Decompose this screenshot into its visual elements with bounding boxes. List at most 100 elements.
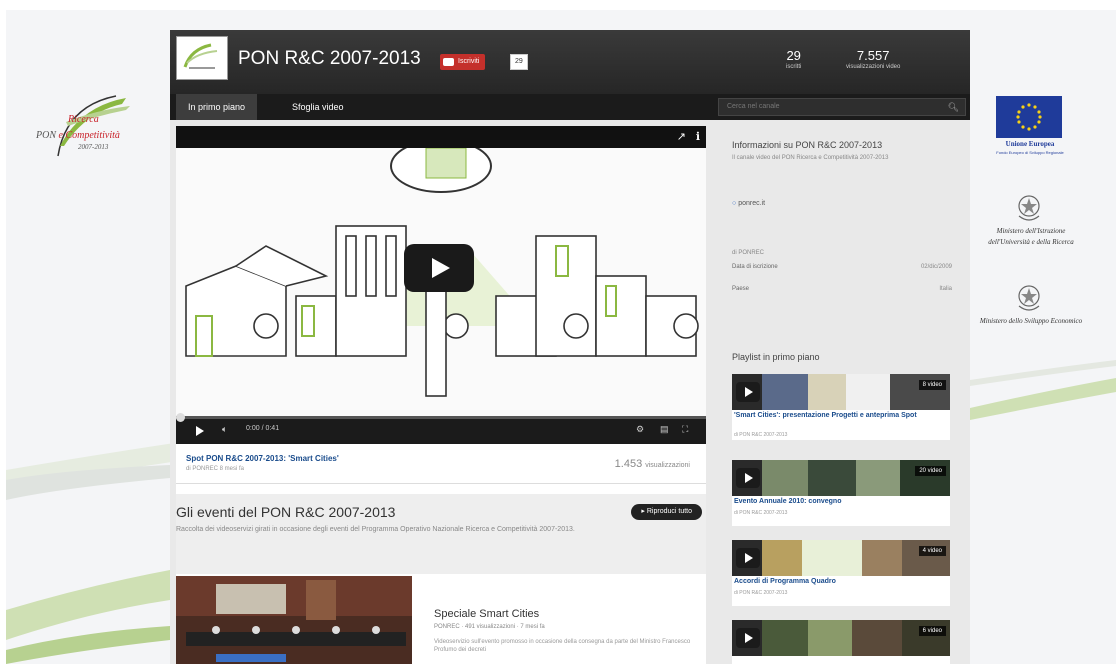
search-input[interactable]: Cerca nel canale 🔍︎ <box>718 98 966 116</box>
tab-primo-piano[interactable]: In primo piano <box>176 94 258 120</box>
country-label: Paese <box>732 286 750 292</box>
search-icon[interactable]: 🔍︎ <box>948 102 959 113</box>
joined-label: Data di iscrizione <box>732 264 778 270</box>
eu-title: Unione Europea <box>1005 140 1055 148</box>
country-row: Paese Italia <box>732 286 952 292</box>
main-column: ↗ ℹ 🔈︎ 0:00 / 0:41 ⚙ ▤ ⛶ Spot PON R&C 20… <box>176 126 706 664</box>
player-topbar: ↗ ℹ <box>176 126 706 148</box>
cc-icon[interactable]: ▤ <box>660 424 669 435</box>
pon-logo-pon: PON <box>36 130 56 141</box>
progress-bar[interactable] <box>176 416 706 419</box>
eu-flag-icon <box>996 96 1062 138</box>
channel-avatar[interactable] <box>176 36 228 80</box>
joined-row: Data di iscrizione 02/dic/2009 <box>732 264 952 270</box>
stat-number: 7.557 <box>856 48 890 63</box>
youtube-icon <box>443 58 454 66</box>
playlist-card[interactable]: 8 video 'Smart Cities': presentazione Pr… <box>732 374 950 440</box>
ministry-miur: Ministero dell'Istruzione dell'Universit… <box>988 227 1074 246</box>
subscribe-label: Iscriviti <box>458 58 480 65</box>
pon-logo-ricerca: Ricerca <box>68 114 99 125</box>
events-heading: Gli eventi del PON R&C 2007-2013 <box>176 504 396 520</box>
playlist-thumbnail[interactable]: 6 video <box>732 620 950 656</box>
about-heading: Informazioni su PON R&C 2007-2013 <box>732 140 883 150</box>
play-icon[interactable] <box>736 548 760 568</box>
video-time: 0:00 / 0:41 <box>246 425 280 432</box>
play-all-button[interactable]: ▸ Riproduci tutto <box>631 504 702 520</box>
stat-subscribers: 29 iscritti <box>786 48 801 70</box>
playlist-card[interactable]: 20 video Evento Annuale 2010: convegno d… <box>732 460 950 526</box>
video-thumbnail[interactable] <box>176 576 412 664</box>
channel-title: PON R&C 2007-2013 <box>238 48 421 69</box>
featured-video-item[interactable]: Speciale Smart Cities PONREC · 491 visua… <box>176 574 706 664</box>
youtube-channel: PON R&C 2007-2013 Iscriviti 29 29 iscrit… <box>170 30 970 664</box>
play-button[interactable] <box>404 244 474 292</box>
feature-title[interactable]: Speciale Smart Cities <box>434 608 539 620</box>
italian-emblem-icon <box>1018 195 1040 221</box>
channel-header: PON R&C 2007-2013 Iscriviti 29 29 iscrit… <box>170 30 970 94</box>
eu-subtitle: Fondo Europeo di Sviluppo Regionale <box>996 150 1064 155</box>
play-icon[interactable] <box>196 426 204 436</box>
events-description: Raccolta dei videoservizi girati in occa… <box>176 526 575 533</box>
pon-logo-competitivita: PON e Competitività <box>36 130 120 141</box>
playlist-thumbnail[interactable]: 20 video <box>732 460 950 496</box>
events-section: Gli eventi del PON R&C 2007-2013 Raccolt… <box>176 494 706 574</box>
joined-value: 02/dic/2009 <box>920 264 952 270</box>
play-icon[interactable] <box>736 468 760 488</box>
playlist-thumbnail[interactable]: 8 video <box>732 374 950 410</box>
pon-logo-swoosh <box>57 95 130 157</box>
playlist-by: di PON R&C 2007-2013 <box>734 510 788 516</box>
stat-label: visualizzazioni video <box>846 64 901 70</box>
video-byline: di PONREC 8 mesi fa <box>186 466 245 472</box>
website-link[interactable]: ○ ponrec.it <box>732 200 765 207</box>
stat-number: 29 <box>786 48 801 63</box>
video-views: 1.453 visualizzazioni <box>615 458 690 470</box>
globe-icon: ○ <box>732 200 737 207</box>
playlist-card[interactable]: 4 video Accordi di Programma Quadro di P… <box>732 540 950 606</box>
volume-icon[interactable]: 🔈︎ <box>222 424 227 435</box>
playlist-count: 20 video <box>915 466 946 476</box>
channel-user[interactable]: di PONREC <box>732 250 764 256</box>
playlist-count: 4 video <box>918 546 946 556</box>
video-title[interactable]: Spot PON R&C 2007-2013: 'Smart Cities' <box>186 454 339 463</box>
player-controls: 🔈︎ 0:00 / 0:41 ⚙ ▤ ⛶ <box>176 413 706 444</box>
play-icon[interactable] <box>736 382 760 402</box>
fullscreen-icon[interactable]: ⛶ <box>682 424 688 435</box>
italian-emblem-icon <box>1018 285 1040 311</box>
ministry-mise: Ministero dello Sviluppo Economico <box>979 317 1083 325</box>
stat-views: 7.557 visualizzazioni video <box>846 48 900 70</box>
playlist-count: 6 video <box>918 626 946 636</box>
feature-meta: PONREC · 491 visualizzazioni · 7 mesi fa <box>434 624 545 630</box>
info-icon[interactable]: ℹ <box>696 130 700 143</box>
sidebar: Informazioni su PON R&C 2007-2013 Il can… <box>722 126 960 664</box>
playlist-by: di PON R&C 2007-2013 <box>734 432 788 438</box>
about-description: Il canale video del PON Ricerca e Compet… <box>732 155 889 161</box>
settings-icon[interactable]: ⚙ <box>636 424 644 435</box>
playlist-count: 8 video <box>918 380 946 390</box>
playlists-heading: Playlist in primo piano <box>732 352 820 362</box>
playlist-title[interactable]: Evento Annuale 2010: convegno <box>734 498 948 506</box>
video-player[interactable]: ↗ ℹ 🔈︎ 0:00 / 0:41 ⚙ ▤ ⛶ <box>176 126 706 444</box>
views-count: 1.453 <box>614 458 643 470</box>
country-value: Italia <box>939 286 952 292</box>
website-link-text: ponrec.it <box>738 200 766 207</box>
tab-sfoglia-video[interactable]: Sfoglia video <box>280 94 356 120</box>
playlist-by: di PON R&C 2007-2013 <box>734 590 788 596</box>
views-label: visualizzazioni <box>645 462 690 469</box>
playlist-thumbnail[interactable]: 4 video <box>732 540 950 576</box>
feature-description: Videoservizio sull'evento promosso in oc… <box>434 639 691 653</box>
subscribe-button[interactable]: Iscriviti <box>440 54 486 70</box>
progress-handle[interactable] <box>176 413 185 422</box>
subscriber-count: 29 <box>510 54 528 70</box>
pon-logo-years: 2007-2013 <box>78 143 109 151</box>
video-info: Spot PON R&C 2007-2013: 'Smart Cities' d… <box>176 446 706 484</box>
stat-label: iscritti <box>786 64 802 70</box>
about-section: Informazioni su PON R&C 2007-2013 Il can… <box>722 126 960 326</box>
pon-logo-line2: e Competitività <box>58 130 120 141</box>
playlist-title[interactable]: Accordi di Programma Quadro <box>734 578 948 586</box>
playlist-title[interactable]: 'Smart Cities': presentazione Progetti e… <box>734 412 948 420</box>
channel-nav: In primo piano Sfoglia video Cerca nel c… <box>170 94 970 120</box>
playlist-card[interactable]: 6 video <box>732 620 950 664</box>
share-icon[interactable]: ↗ <box>677 130 686 143</box>
search-placeholder: Cerca nel canale <box>727 103 780 110</box>
play-icon[interactable] <box>736 628 760 648</box>
